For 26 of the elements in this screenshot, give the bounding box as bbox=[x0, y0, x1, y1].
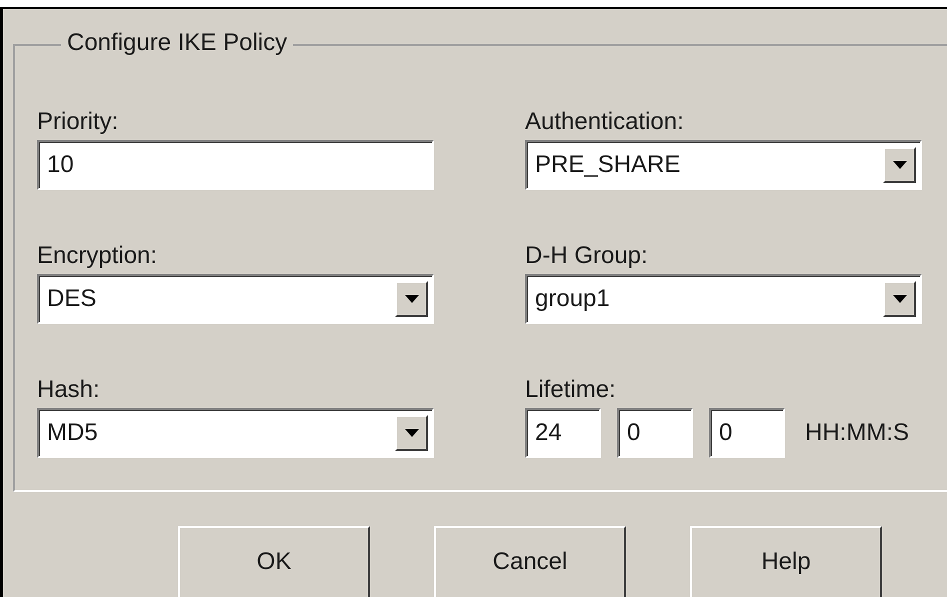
field-label: Authentication: bbox=[525, 108, 685, 136]
dropdown[interactable]: DES bbox=[37, 274, 434, 324]
dropdown-value: PRE_SHARE bbox=[535, 150, 680, 180]
dropdown-value: MD5 bbox=[47, 418, 98, 448]
dropdown[interactable]: group1 bbox=[525, 274, 922, 324]
time-field[interactable]: 0 bbox=[617, 408, 693, 458]
dialog-button[interactable]: Help bbox=[690, 526, 882, 597]
priority-field[interactable]: 10 bbox=[37, 140, 434, 190]
dialog-button[interactable]: OK bbox=[178, 526, 370, 597]
field-label: Priority: bbox=[37, 108, 120, 136]
dropdown-value: DES bbox=[47, 284, 96, 314]
dialog-button[interactable]: Cancel bbox=[434, 526, 626, 597]
dropdown-value: group1 bbox=[535, 284, 610, 314]
time-field[interactable]: 0 bbox=[709, 408, 785, 458]
caret-down-icon bbox=[892, 295, 906, 303]
field-label: Hash: bbox=[37, 376, 101, 404]
unit-label: HH:MM:S bbox=[805, 418, 909, 448]
field-label: Encryption: bbox=[37, 242, 158, 270]
field-label: D-H Group: bbox=[525, 242, 649, 270]
dropdown[interactable]: MD5 bbox=[37, 408, 434, 458]
field-label: Lifetime: bbox=[525, 376, 617, 404]
caret-down-icon bbox=[404, 295, 418, 303]
caret-down-icon bbox=[404, 429, 418, 437]
time-field[interactable]: 24 bbox=[525, 408, 601, 458]
caret-down-icon bbox=[892, 161, 906, 169]
dropdown[interactable]: PRE_SHARE bbox=[525, 140, 922, 190]
